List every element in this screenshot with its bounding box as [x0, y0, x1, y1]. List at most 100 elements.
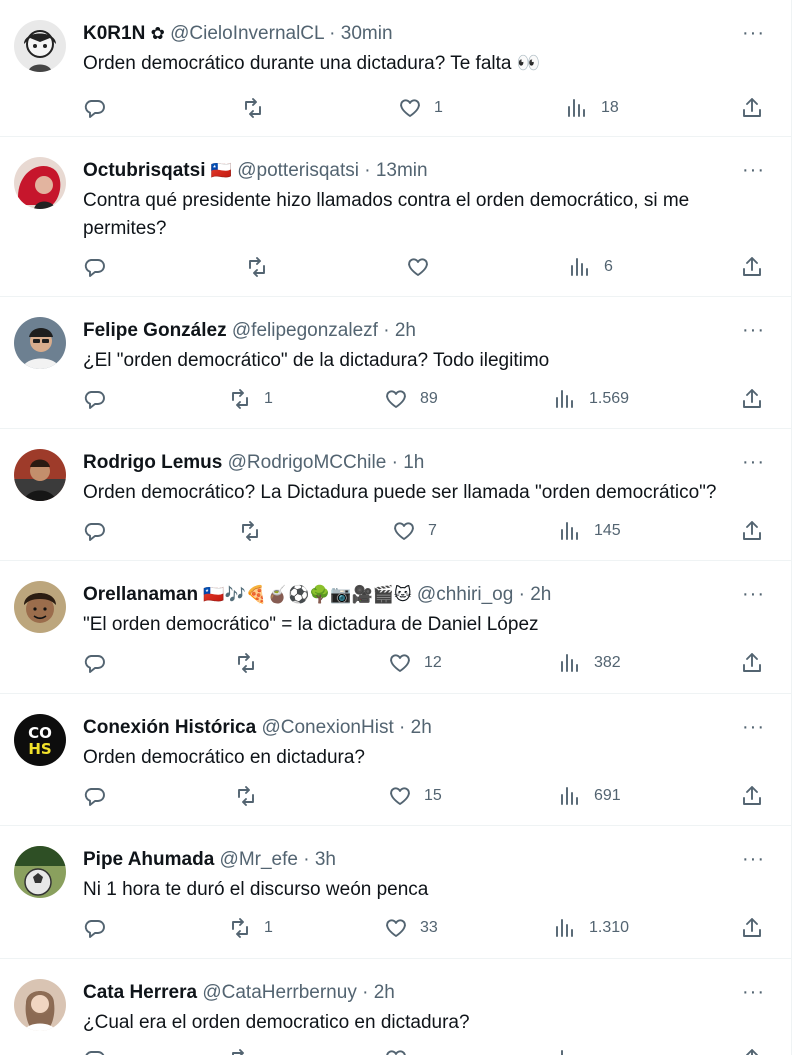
display-name[interactable]: Cata Herrera	[83, 982, 197, 1003]
reply-tweet[interactable]: CO HS Conexión Histórica @ConexionHist · 2…	[0, 694, 791, 826]
views-button[interactable]: 382	[558, 648, 621, 678]
timestamp[interactable]: 2h	[395, 320, 416, 341]
user-handle[interactable]: @CataHerrbernuy	[202, 982, 356, 1003]
display-name[interactable]: Rodrigo Lemus	[83, 452, 222, 473]
like-button[interactable]: 12	[388, 648, 442, 678]
like-icon	[400, 99, 420, 117]
views-button[interactable]: 6	[568, 252, 613, 282]
views-button[interactable]: 145	[558, 516, 621, 546]
avatar[interactable]	[14, 157, 66, 209]
like-button[interactable]: 7	[392, 516, 437, 546]
share-button[interactable]	[740, 913, 764, 943]
timestamp[interactable]: 2h	[374, 982, 395, 1003]
share-button[interactable]	[740, 516, 764, 546]
avatar[interactable]	[14, 979, 66, 1031]
reply-icon	[84, 920, 105, 938]
tweet-text: Orden democrático durante una dictadura?…	[83, 53, 541, 74]
avatar[interactable]	[14, 846, 66, 898]
retweet-button[interactable]	[238, 516, 262, 546]
retweet-button[interactable]	[245, 252, 269, 282]
timestamp[interactable]: 2h	[411, 717, 432, 738]
reply-tweet[interactable]: Rodrigo Lemus @RodrigoMCChile · 1h ··· Ord…	[0, 429, 791, 561]
reply-button[interactable]	[83, 252, 107, 282]
share-icon	[746, 1049, 758, 1055]
retweet-button[interactable]: 1	[228, 384, 273, 414]
display-name[interactable]: Felipe González	[83, 320, 227, 341]
tweet-header: Pipe Ahumada @Mr_efe · 3h	[83, 846, 742, 874]
user-handle[interactable]: @felipegonzalezf	[232, 320, 378, 341]
views-button[interactable]: 18	[565, 93, 619, 123]
display-name[interactable]: Orellanaman	[83, 584, 198, 605]
display-name[interactable]: K0R1N	[83, 23, 145, 44]
user-handle[interactable]: @CieloInvernalCL	[170, 23, 324, 44]
retweet-icon	[232, 1049, 244, 1055]
reply-tweet[interactable]: Pipe Ahumada @Mr_efe · 3h ··· Ni 1 hora te…	[0, 826, 791, 959]
avatar[interactable]	[14, 449, 66, 501]
display-name[interactable]: Octubrisqatsi	[83, 160, 205, 181]
share-button[interactable]	[740, 93, 764, 123]
reply-button[interactable]	[83, 516, 107, 546]
reply-button[interactable]	[83, 1044, 107, 1055]
user-handle[interactable]: @ConexionHist	[261, 717, 393, 738]
views-button[interactable]: 1.310	[553, 913, 629, 943]
retweet-button[interactable]	[241, 93, 265, 123]
share-button[interactable]	[740, 648, 764, 678]
more-icon[interactable]: ···	[742, 583, 765, 606]
more-icon[interactable]: ···	[742, 319, 765, 342]
views-icon	[556, 919, 573, 937]
retweet-button[interactable]: 1	[228, 913, 273, 943]
more-icon[interactable]: ···	[742, 716, 765, 739]
share-button[interactable]	[740, 1044, 764, 1055]
views-count: 6	[604, 258, 613, 275]
reply-button[interactable]	[83, 913, 107, 943]
like-button[interactable]: 15	[388, 781, 442, 811]
reply-tweet[interactable]: Octubrisqatsi 🇨🇱 @potterisqatsi · 13min ·…	[0, 137, 791, 297]
avatar[interactable]: CO HS	[14, 714, 66, 766]
like-count: 33	[420, 919, 438, 936]
user-handle[interactable]: @Mr_efe	[220, 849, 298, 870]
avatar[interactable]	[14, 20, 66, 72]
user-handle[interactable]: @potterisqatsi	[237, 160, 359, 181]
separator-dot: ·	[383, 320, 390, 341]
share-button[interactable]	[740, 252, 764, 282]
reply-tweet[interactable]: K0R1N ✿ @CieloInvernalCL · 30min ··· Orden…	[0, 0, 791, 137]
reply-tweet[interactable]: Cata Herrera @CataHerrbernuy · 2h ··· ¿Cua…	[0, 959, 791, 1055]
tweet-actions: 7 145	[0, 516, 791, 546]
share-button[interactable]	[740, 781, 764, 811]
more-icon[interactable]: ···	[742, 981, 765, 1004]
views-button[interactable]: 691	[558, 781, 621, 811]
timestamp[interactable]: 13min	[376, 160, 428, 181]
user-handle[interactable]: @chhiri_og	[417, 584, 513, 605]
timestamp[interactable]: 30min	[341, 23, 393, 44]
more-icon[interactable]: ···	[742, 22, 765, 45]
user-handle[interactable]: @RodrigoMCChile	[228, 452, 387, 473]
reply-tweet[interactable]: Felipe González @felipegonzalezf · 2h ···…	[0, 297, 791, 429]
retweet-button[interactable]	[234, 648, 258, 678]
reply-button[interactable]	[83, 93, 107, 123]
display-name[interactable]: Conexión Histórica	[83, 717, 256, 738]
name-emoji-badge: ✿	[150, 24, 165, 43]
like-button[interactable]	[384, 1044, 408, 1055]
like-button[interactable]: 33	[384, 913, 438, 943]
display-name[interactable]: Pipe Ahumada	[83, 849, 214, 870]
avatar[interactable]	[14, 317, 66, 369]
views-button[interactable]: 1.569	[553, 384, 629, 414]
retweet-button[interactable]	[228, 1044, 252, 1055]
reply-button[interactable]	[83, 648, 107, 678]
reply-tweet[interactable]: Orellanaman 🇨🇱🎶🍕🧉⚽🌳📷🎥🎬🐱 @chhiri_og · 2h ·…	[0, 561, 791, 694]
timestamp[interactable]: 1h	[403, 452, 424, 473]
like-button[interactable]: 1	[398, 93, 443, 123]
timestamp[interactable]: 2h	[530, 584, 551, 605]
avatar[interactable]	[14, 581, 66, 633]
more-icon[interactable]: ···	[742, 451, 765, 474]
like-button[interactable]: 89	[384, 384, 438, 414]
views-button[interactable]	[553, 1044, 577, 1055]
more-icon[interactable]: ···	[742, 848, 765, 871]
more-icon[interactable]: ···	[742, 159, 765, 182]
like-button[interactable]	[406, 252, 430, 282]
timestamp[interactable]: 3h	[315, 849, 336, 870]
share-button[interactable]	[740, 384, 764, 414]
reply-button[interactable]	[83, 781, 107, 811]
reply-button[interactable]	[83, 384, 107, 414]
retweet-button[interactable]	[234, 781, 258, 811]
